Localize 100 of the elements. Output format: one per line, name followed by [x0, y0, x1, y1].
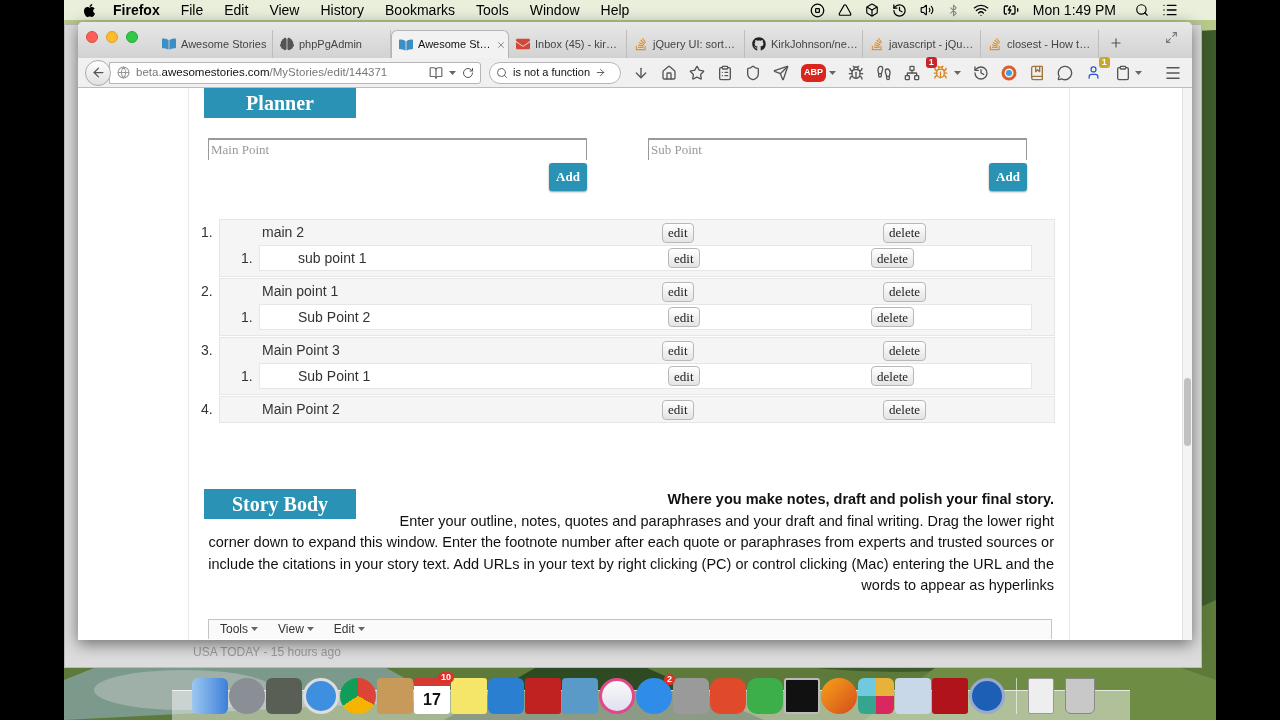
globe-icon	[117, 66, 130, 79]
tab-title: closest - How t…	[1007, 36, 1091, 52]
fullscreen-icon[interactable]	[1165, 31, 1178, 44]
notification-badge: 2	[664, 674, 675, 685]
search-icon[interactable]	[1135, 3, 1149, 17]
edit-button[interactable]: edit	[662, 281, 694, 302]
browser-tab[interactable]: Awesome St…	[391, 30, 509, 58]
menu-clock[interactable]: Mon 1:49 PM	[1032, 0, 1116, 21]
list-icon[interactable]	[1162, 2, 1178, 18]
reload-icon[interactable]	[462, 66, 474, 79]
clock-icon[interactable]	[891, 2, 907, 18]
editor-menu[interactable]: View	[278, 622, 314, 636]
editor-menu[interactable]: Tools	[220, 622, 258, 636]
text-input[interactable]: Main Point	[208, 138, 587, 160]
edit-button[interactable]: edit	[668, 307, 700, 327]
octocat-icon	[752, 37, 766, 51]
book-icon[interactable]	[1028, 64, 1045, 81]
section-header: Story Body	[204, 489, 356, 519]
zoom-button[interactable]	[126, 31, 138, 43]
caret-icon	[306, 627, 314, 631]
menu-item[interactable]: Bookmarks	[385, 0, 456, 21]
list-number: 1.	[240, 307, 254, 327]
clipboard-icon[interactable]	[1114, 64, 1131, 81]
dropdown-icon	[449, 70, 456, 75]
delete-button[interactable]: delete	[871, 307, 915, 327]
search-value: is not a function	[513, 65, 591, 81]
editor-menu[interactable]: Edit	[333, 622, 365, 636]
sub-point-text: Sub Point 1	[297, 366, 371, 386]
menu-item[interactable]: Edit	[224, 0, 249, 21]
book-icon	[399, 37, 413, 52]
delete-button[interactable]: delete	[883, 281, 927, 302]
person-icon	[1086, 65, 1102, 80]
back-button[interactable]	[85, 59, 111, 86]
close-window-button[interactable]	[86, 31, 98, 43]
app-menu[interactable]: Firefox	[113, 0, 160, 21]
network-icon[interactable]	[903, 64, 920, 81]
wifi-icon[interactable]	[972, 2, 989, 18]
search-field[interactable]: is not a function	[489, 61, 621, 84]
home-icon[interactable]	[661, 64, 677, 81]
url-field[interactable]: beta.awesomestories.com/MyStories/edit/144371	[109, 61, 481, 84]
delete-button[interactable]: delete	[883, 399, 927, 420]
tab-title: javascript - jQu…	[889, 36, 974, 52]
apple-icon[interactable]	[82, 2, 97, 18]
menu-item[interactable]: Help	[600, 0, 630, 21]
list-number: 3.	[200, 341, 214, 360]
caret-icon	[251, 627, 258, 631]
delete-button[interactable]: delete	[883, 340, 927, 361]
edit-button[interactable]: edit	[662, 340, 694, 361]
list-number: 1.	[200, 223, 214, 242]
close-icon[interactable]	[495, 39, 506, 50]
app-icon[interactable]	[858, 678, 894, 714]
tab-title: Awesome Stories	[181, 36, 267, 52]
edit-button[interactable]: edit	[662, 399, 694, 420]
extension-button[interactable]	[931, 63, 950, 82]
zip-file-icon[interactable]	[1028, 678, 1054, 714]
edit-button[interactable]: edit	[662, 222, 694, 243]
tab-title: KirkJohnson/ne…	[771, 36, 858, 52]
scrollbar[interactable]	[1182, 88, 1192, 640]
menu-item[interactable]: History	[320, 0, 365, 21]
triangle-icon[interactable]	[837, 3, 852, 17]
url-text: beta.awesomestories.com/MyStories/edit/144371	[136, 64, 388, 80]
adblock-button[interactable]: ABP	[800, 63, 826, 82]
delete-button[interactable]: delete	[883, 222, 927, 243]
delete-button[interactable]: delete	[871, 248, 915, 268]
add-button[interactable]: Add	[549, 163, 587, 191]
menu-item[interactable]: Tools	[476, 0, 509, 21]
ring-icon[interactable]	[1000, 64, 1017, 81]
app-icon[interactable]	[266, 678, 302, 714]
terminal-icon[interactable]	[784, 678, 820, 714]
star-icon[interactable]	[688, 64, 705, 81]
stop-icon[interactable]	[809, 2, 825, 18]
shield-icon[interactable]	[744, 64, 761, 81]
tab-title: jQuery UI: sort…	[653, 36, 735, 52]
edit-button[interactable]: edit	[668, 366, 700, 386]
footprints-icon[interactable]	[875, 64, 892, 81]
add-button[interactable]: Add	[989, 163, 1027, 191]
volume-icon[interactable]	[919, 3, 934, 17]
clipboard-icon[interactable]	[716, 64, 733, 81]
clock-icon[interactable]	[972, 64, 989, 81]
menu-item[interactable]: View	[269, 0, 300, 21]
reader-icon[interactable]	[429, 65, 443, 80]
point-text: Main Point 2	[261, 400, 340, 419]
box-icon[interactable]	[864, 3, 879, 17]
point-text: Main point 1	[261, 282, 339, 301]
new-tab-icon[interactable]	[1109, 36, 1123, 50]
chat-icon[interactable]	[1056, 64, 1073, 81]
paper-plane-icon[interactable]	[772, 64, 789, 81]
bug-icon[interactable]	[847, 64, 864, 81]
menu-item[interactable]: Window	[529, 0, 580, 21]
notification-badge: 1	[925, 56, 937, 68]
menu-item[interactable]: File	[180, 0, 204, 21]
notification-badge: 1	[1098, 56, 1110, 68]
go-arrow-icon[interactable]	[595, 67, 607, 78]
text-input[interactable]: Sub Point	[648, 138, 1027, 160]
trash-icon[interactable]	[1065, 678, 1095, 714]
delete-button[interactable]: delete	[871, 366, 915, 386]
edit-button[interactable]: edit	[668, 248, 700, 268]
scrollbar-thumb[interactable]	[1184, 378, 1191, 446]
battery-icon[interactable]	[1001, 2, 1020, 18]
point-text: Main Point 3	[261, 341, 340, 360]
